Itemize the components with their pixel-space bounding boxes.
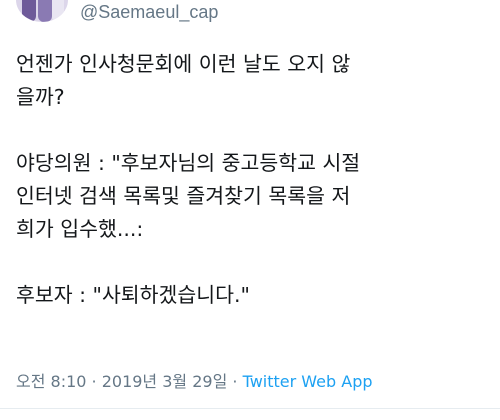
tweet-source-link[interactable]: Twitter Web App — [243, 372, 373, 391]
tweet-card: @Saemaeul_cap 언젠가 인사청문회에 이런 날도 오지 않 을까? … — [0, 0, 500, 420]
avatar-figure — [38, 0, 52, 22]
tweet-text-line: 을까? — [16, 85, 65, 109]
tweet-header: @Saemaeul_cap — [0, 0, 500, 28]
tweet-text-line: 언젠가 인사청문회에 이런 날도 오지 않 — [16, 52, 351, 76]
tweet-text-line: 야당의원 : "후보자님의 중고등학교 시절 — [16, 151, 361, 175]
tweet-timestamp[interactable]: 오전 8:10 · 2019년 3월 29일 · — [16, 372, 243, 391]
tweet-meta: 오전 8:10 · 2019년 3월 29일 · Twitter Web App — [16, 370, 373, 394]
avatar-figure — [52, 0, 64, 22]
tweet-text-line: 희가 입수했...: — [16, 217, 144, 241]
avatar-figure — [22, 0, 36, 22]
tweet-text-line: 인터넷 검색 목록및 즐겨찾기 목록을 저 — [16, 184, 351, 208]
divider — [0, 408, 500, 409]
user-handle[interactable]: @Saemaeul_cap — [80, 0, 218, 24]
tweet-text: 언젠가 인사청문회에 이런 날도 오지 않 을까? 야당의원 : "후보자님의 … — [16, 48, 490, 312]
avatar[interactable] — [16, 0, 68, 22]
tweet-text-line: 후보자 : "사퇴하겠습니다." — [16, 283, 250, 307]
